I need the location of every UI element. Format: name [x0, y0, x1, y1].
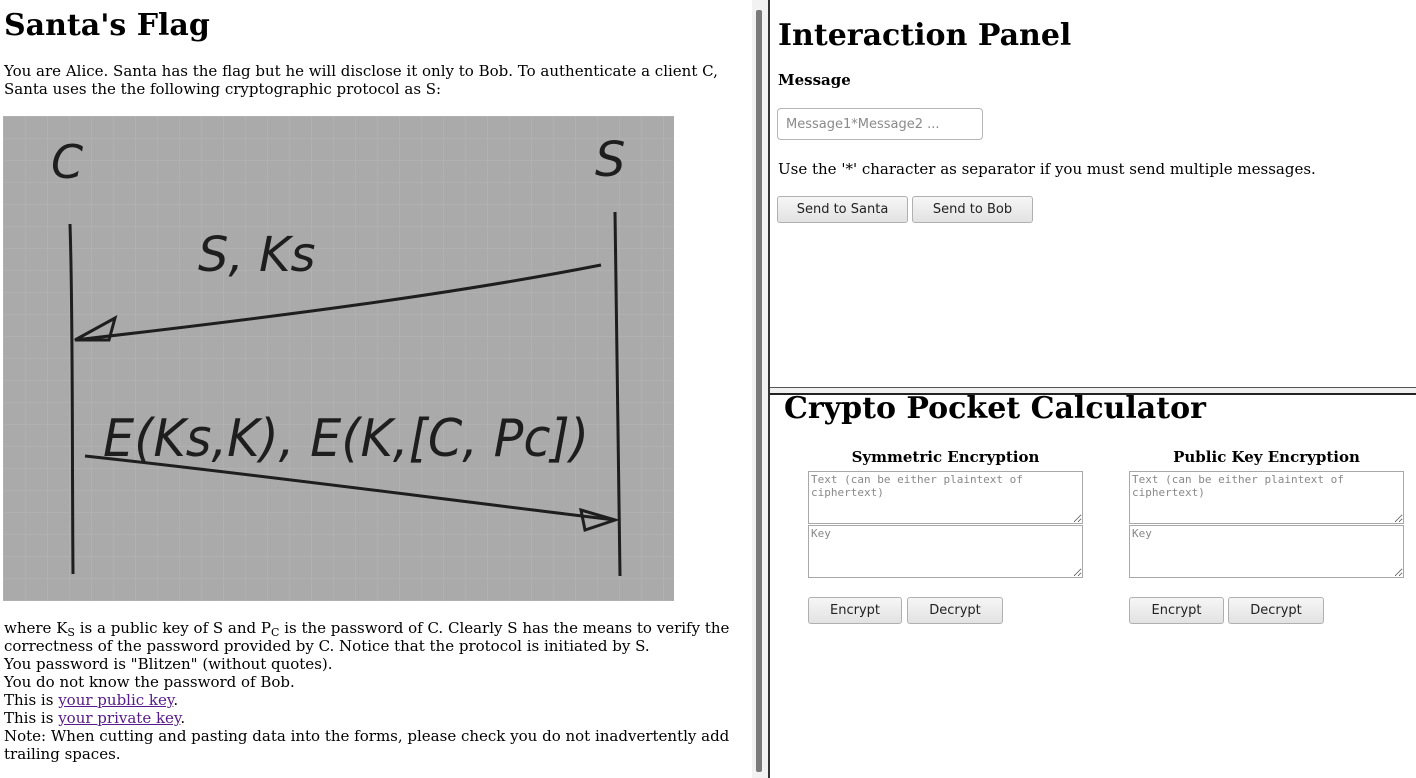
message2-label: E(Ks,K), E(K,[C, Pc]) — [103, 409, 589, 469]
note-text: Note: When cutting and pasting data into… — [4, 727, 730, 763]
public-key-line: This is your public key. — [4, 691, 744, 709]
vertical-splitter[interactable] — [752, 0, 770, 778]
intro-text: You are Alice. Santa has the flag but he… — [4, 62, 718, 98]
where-paragraph: where KS is a public key of S and PC is … — [4, 619, 744, 655]
client-label: C — [51, 135, 83, 189]
message-label: Message — [778, 71, 851, 89]
period: . — [173, 691, 179, 709]
private-key-link[interactable]: your private key — [58, 709, 180, 727]
symmetric-decrypt-button[interactable]: Decrypt — [907, 597, 1003, 624]
challenge-pane: Santa's Flag You are Alice. Santa has th… — [0, 0, 752, 778]
message-input[interactable] — [777, 108, 983, 140]
interaction-panel: Interaction Panel Message Use the '*' ch… — [770, 0, 1416, 387]
symmetric-key-input[interactable] — [808, 525, 1083, 578]
public-decrypt-button[interactable]: Decrypt — [1228, 597, 1324, 624]
this-is-text: This is — [4, 709, 59, 727]
symmetric-text-input[interactable] — [808, 471, 1083, 524]
message1-label: S, Ks — [198, 227, 315, 283]
public-key-link[interactable]: your public key — [58, 691, 173, 709]
bob-line: You do not know the password of Bob. — [4, 673, 295, 691]
calculator-title: Crypto Pocket Calculator — [784, 391, 1206, 426]
public-key-encryption-title: Public Key Encryption — [1173, 448, 1360, 466]
symmetric-encryption-title: Symmetric Encryption — [851, 448, 1040, 466]
page-title: Santa's Flag — [4, 8, 210, 43]
this-is-text: This is — [4, 691, 59, 709]
public-encrypt-button[interactable]: Encrypt — [1129, 597, 1224, 624]
period: . — [180, 709, 186, 727]
protocol-diagram-svg: C S S, Ks E(Ks,K), E(K,[C, Pc]) — [3, 116, 674, 601]
public-text-input[interactable] — [1129, 471, 1404, 524]
where-text-2: is a public key of S and P — [74, 619, 271, 637]
interaction-panel-title: Interaction Panel — [778, 18, 1072, 53]
splitter-grip[interactable] — [756, 10, 762, 772]
server-label: S — [595, 132, 625, 188]
where-text-1: where K — [4, 619, 68, 637]
public-key-input[interactable] — [1129, 525, 1404, 578]
private-key-line: This is your private key. — [4, 709, 744, 727]
explanation: where KS is a public key of S and PC is … — [4, 619, 744, 763]
protocol-diagram: C S S, Ks E(Ks,K), E(K,[C, Pc]) — [3, 116, 674, 601]
crypto-calculator: Crypto Pocket Calculator Symmetric Encry… — [770, 393, 1416, 778]
send-to-bob-button[interactable]: Send to Bob — [912, 196, 1033, 223]
password-line: You password is "Blitzen" (without quote… — [4, 655, 333, 673]
separator-hint: Use the '*' character as separator if yo… — [778, 160, 1316, 178]
symmetric-encrypt-button[interactable]: Encrypt — [808, 597, 902, 624]
send-to-santa-button[interactable]: Send to Santa — [777, 196, 908, 223]
